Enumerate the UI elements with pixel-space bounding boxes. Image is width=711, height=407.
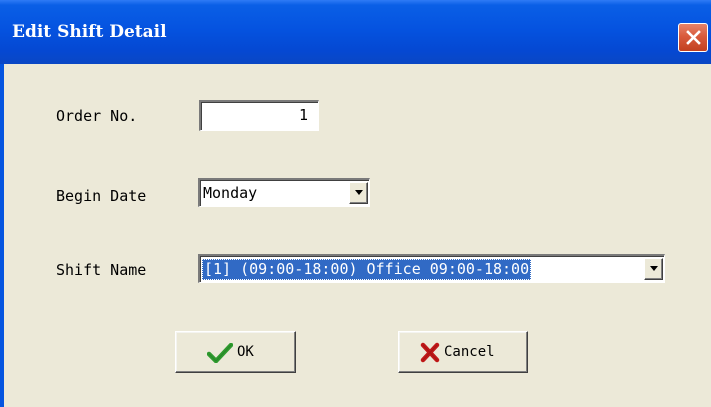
close-button[interactable]	[678, 23, 708, 52]
chevron-down-icon	[650, 266, 658, 271]
window-title: Edit Shift Detail	[12, 22, 167, 42]
checkmark-icon	[207, 343, 233, 363]
chevron-down-icon	[355, 190, 363, 195]
order-no-label: Order No.	[56, 107, 138, 125]
order-no-input[interactable]: 1	[199, 100, 319, 131]
ok-button[interactable]: OK	[175, 331, 296, 373]
begin-date-label: Begin Date	[56, 187, 147, 205]
begin-date-value: Monday	[203, 184, 258, 202]
ok-button-label: OK	[237, 344, 254, 360]
shift-name-select[interactable]: [1] (09:00-18:00) Office 09:00-18:00	[198, 254, 665, 283]
shift-name-label: Shift Name	[56, 261, 147, 279]
dialog-window: Edit Shift Detail Order No. 1 Begin Date…	[0, 0, 711, 407]
shift-name-value: [1] (09:00-18:00) Office 09:00-18:00	[202, 259, 532, 280]
close-icon	[686, 30, 701, 45]
shift-name-dropdown-button[interactable]	[644, 258, 663, 280]
begin-date-dropdown-button[interactable]	[349, 182, 368, 204]
cancel-button[interactable]: Cancel	[398, 331, 528, 373]
title-bar[interactable]: Edit Shift Detail	[0, 0, 711, 64]
cross-icon	[420, 342, 440, 363]
begin-date-select[interactable]: Monday	[198, 178, 370, 207]
cancel-button-label: Cancel	[444, 344, 495, 360]
